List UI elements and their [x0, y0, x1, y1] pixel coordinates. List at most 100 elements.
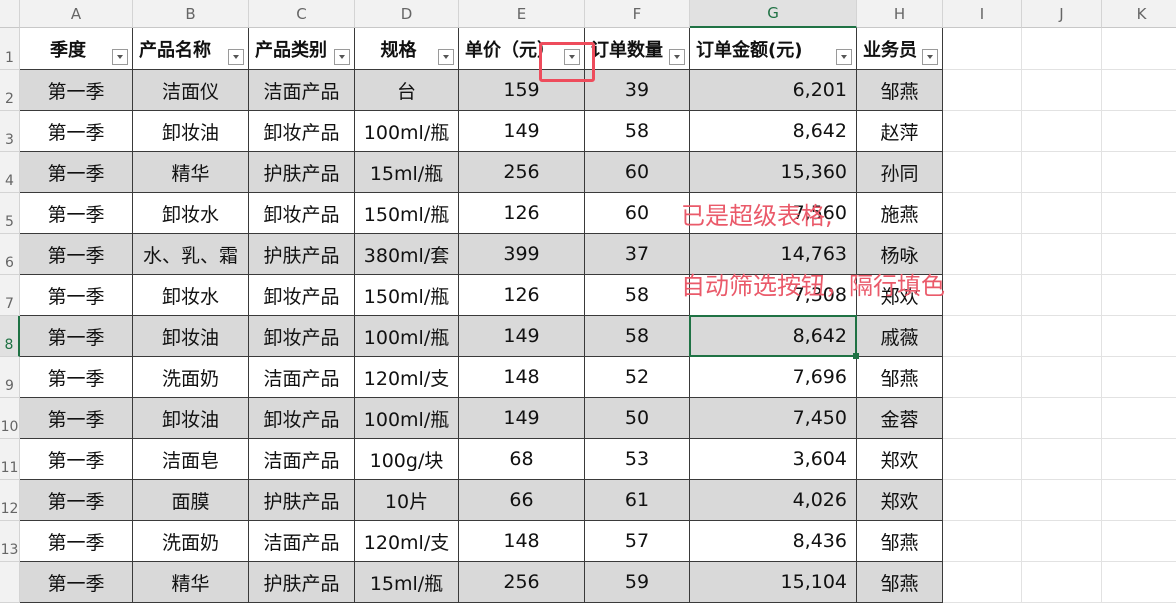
table-cell[interactable]: 100ml/瓶	[355, 316, 459, 357]
table-cell[interactable]: 8,436	[690, 521, 857, 562]
column-header-f[interactable]: F	[585, 0, 690, 28]
table-cell[interactable]: 15,104	[690, 562, 857, 603]
table-cell[interactable]: 邹燕	[857, 357, 943, 398]
table-cell[interactable]: 58	[585, 316, 690, 357]
table-cell[interactable]: 4,026	[690, 480, 857, 521]
filter-dropdown-button[interactable]	[228, 49, 244, 65]
empty-cell[interactable]	[1102, 70, 1176, 111]
empty-cell[interactable]	[943, 193, 1022, 234]
table-cell[interactable]: 53	[585, 439, 690, 480]
table-cell[interactable]: 卸妆水	[133, 275, 249, 316]
empty-cell[interactable]	[1102, 275, 1176, 316]
table-header-cell[interactable]: 订单金额(元)	[690, 28, 857, 70]
table-cell[interactable]: 台	[355, 70, 459, 111]
empty-cell[interactable]	[1022, 193, 1102, 234]
empty-cell[interactable]	[1022, 28, 1102, 70]
table-cell[interactable]: 150ml/瓶	[355, 193, 459, 234]
table-cell[interactable]: 120ml/支	[355, 521, 459, 562]
table-cell[interactable]: 126	[459, 275, 585, 316]
table-cell[interactable]: 洁面仪	[133, 70, 249, 111]
table-cell[interactable]: 61	[585, 480, 690, 521]
table-cell[interactable]: 399	[459, 234, 585, 275]
table-cell[interactable]: 孙同	[857, 152, 943, 193]
table-header-cell[interactable]: 产品类别	[249, 28, 355, 70]
row-header-7[interactable]: 7	[0, 275, 20, 316]
filter-dropdown-button[interactable]	[112, 49, 128, 65]
empty-cell[interactable]	[943, 70, 1022, 111]
table-cell[interactable]: 赵萍	[857, 111, 943, 152]
empty-cell[interactable]	[943, 111, 1022, 152]
table-cell[interactable]: 66	[459, 480, 585, 521]
table-cell[interactable]: 149	[459, 111, 585, 152]
table-cell[interactable]: 52	[585, 357, 690, 398]
table-cell[interactable]: 洁面皂	[133, 439, 249, 480]
table-cell[interactable]: 58	[585, 275, 690, 316]
table-cell[interactable]: 256	[459, 152, 585, 193]
table-cell[interactable]: 8,642	[690, 111, 857, 152]
table-cell[interactable]: 邹燕	[857, 562, 943, 603]
table-header-cell[interactable]: 订单数量	[585, 28, 690, 70]
table-cell[interactable]: 6,201	[690, 70, 857, 111]
table-cell[interactable]: 10片	[355, 480, 459, 521]
filter-dropdown-button[interactable]	[438, 49, 454, 65]
table-cell[interactable]: 58	[585, 111, 690, 152]
table-cell[interactable]: 卸妆油	[133, 398, 249, 439]
table-cell[interactable]: 精华	[133, 562, 249, 603]
table-cell[interactable]: 卸妆油	[133, 111, 249, 152]
table-cell[interactable]: 第一季	[20, 398, 133, 439]
column-header-a[interactable]: A	[20, 0, 133, 28]
empty-cell[interactable]	[943, 28, 1022, 70]
row-header-2[interactable]: 2	[0, 70, 20, 111]
table-cell[interactable]: 卸妆水	[133, 193, 249, 234]
empty-cell[interactable]	[1102, 234, 1176, 275]
table-cell[interactable]: 57	[585, 521, 690, 562]
table-cell[interactable]: 7,696	[690, 357, 857, 398]
empty-cell[interactable]	[1022, 439, 1102, 480]
empty-cell[interactable]	[1022, 357, 1102, 398]
table-cell[interactable]: 洁面产品	[249, 357, 355, 398]
table-cell[interactable]: 水、乳、霜	[133, 234, 249, 275]
table-cell[interactable]: 洗面奶	[133, 521, 249, 562]
table-cell[interactable]: 护肤产品	[249, 234, 355, 275]
table-cell[interactable]: 37	[585, 234, 690, 275]
empty-cell[interactable]	[1102, 193, 1176, 234]
table-cell[interactable]: 149	[459, 316, 585, 357]
table-cell[interactable]: 60	[585, 152, 690, 193]
row-header-6[interactable]: 6	[0, 234, 20, 275]
empty-cell[interactable]	[1022, 316, 1102, 357]
table-cell[interactable]: 金蓉	[857, 398, 943, 439]
table-cell[interactable]: 50	[585, 398, 690, 439]
table-cell[interactable]: 60	[585, 193, 690, 234]
column-header-i[interactable]: I	[943, 0, 1022, 28]
table-cell[interactable]: 卸妆产品	[249, 398, 355, 439]
table-cell[interactable]: 15ml/瓶	[355, 562, 459, 603]
table-cell[interactable]: 护肤产品	[249, 562, 355, 603]
table-cell[interactable]: 卸妆产品	[249, 193, 355, 234]
table-cell[interactable]: 380ml/套	[355, 234, 459, 275]
table-cell[interactable]: 洁面产品	[249, 521, 355, 562]
table-cell[interactable]: 68	[459, 439, 585, 480]
empty-cell[interactable]	[1102, 28, 1176, 70]
table-cell[interactable]: 卸妆产品	[249, 111, 355, 152]
table-cell[interactable]: 第一季	[20, 275, 133, 316]
empty-cell[interactable]	[1102, 357, 1176, 398]
column-header-h[interactable]: H	[857, 0, 943, 28]
row-header-10[interactable]: 10	[0, 398, 20, 439]
row-header-partial[interactable]	[0, 562, 20, 603]
empty-cell[interactable]	[1022, 275, 1102, 316]
row-header-12[interactable]: 12	[0, 480, 20, 521]
empty-cell[interactable]	[1102, 111, 1176, 152]
table-cell[interactable]: 15ml/瓶	[355, 152, 459, 193]
select-all-corner[interactable]	[0, 0, 20, 28]
table-header-cell[interactable]: 规格	[355, 28, 459, 70]
table-cell[interactable]: 39	[585, 70, 690, 111]
table-cell[interactable]: 洗面奶	[133, 357, 249, 398]
table-cell[interactable]: 护肤产品	[249, 480, 355, 521]
table-cell[interactable]: 100ml/瓶	[355, 111, 459, 152]
table-cell[interactable]: 第一季	[20, 480, 133, 521]
row-header-9[interactable]: 9	[0, 357, 20, 398]
empty-cell[interactable]	[1022, 521, 1102, 562]
table-cell[interactable]: 15,360	[690, 152, 857, 193]
empty-cell[interactable]	[943, 562, 1022, 603]
row-header-4[interactable]: 4	[0, 152, 20, 193]
